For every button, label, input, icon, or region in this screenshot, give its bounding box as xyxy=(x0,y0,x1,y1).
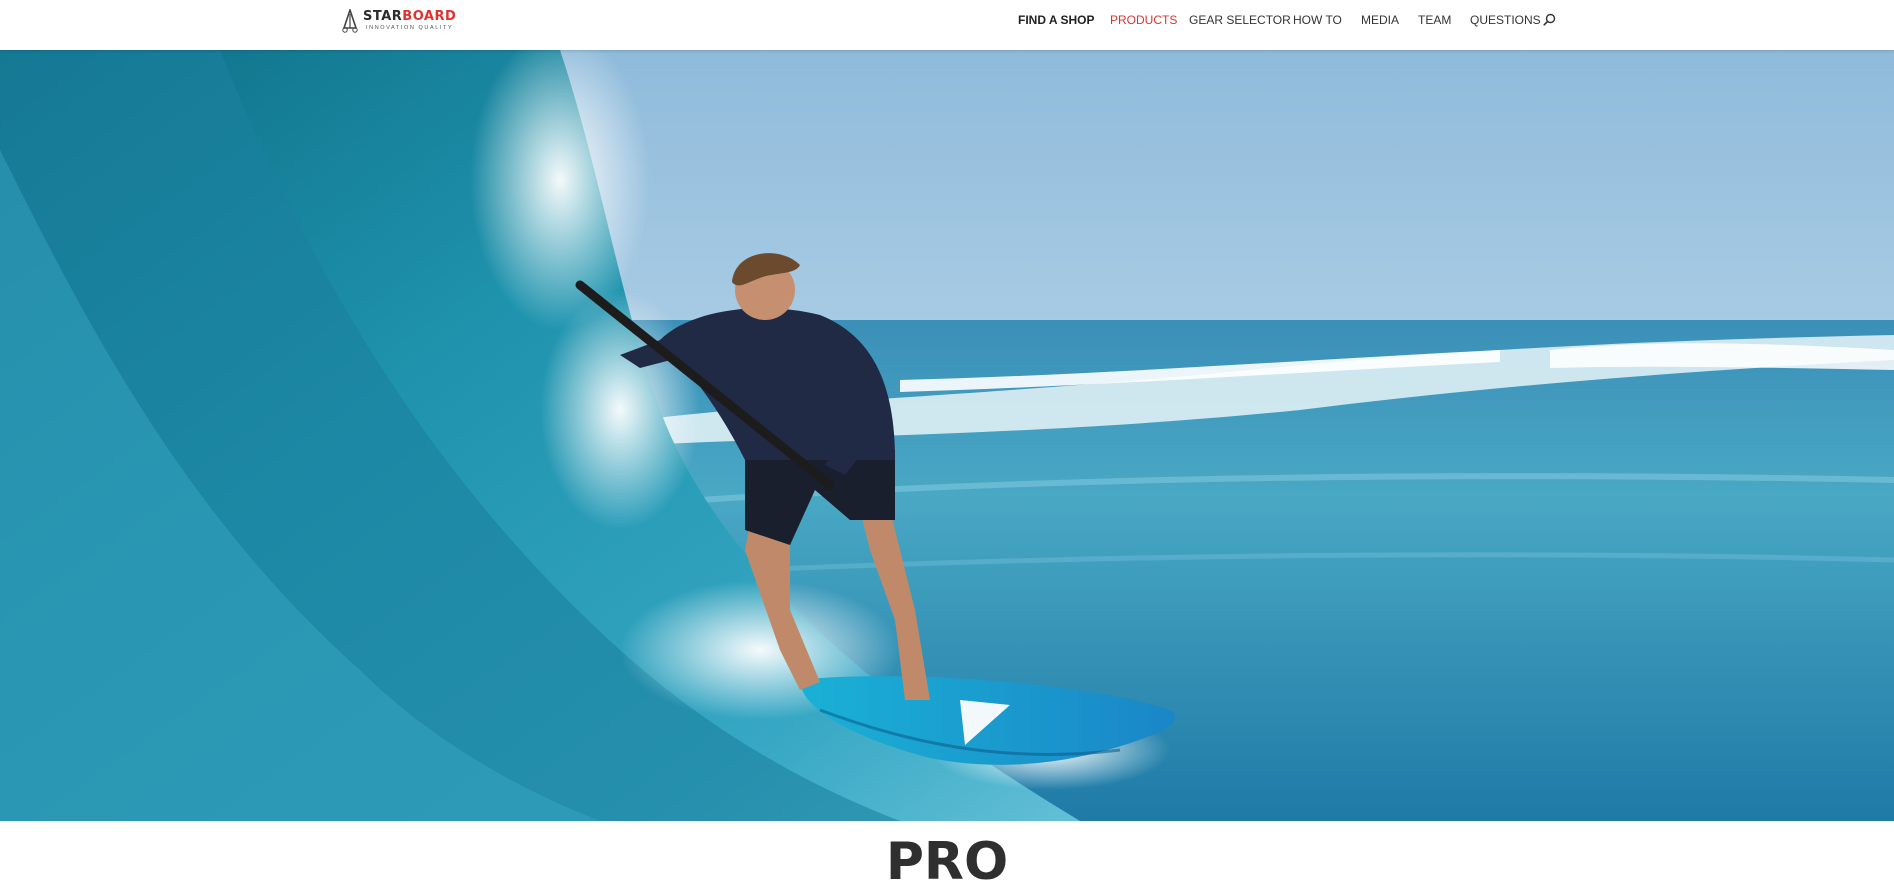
nav-how-to[interactable]: HOW TO xyxy=(1293,13,1342,27)
page-title: PRO xyxy=(885,832,1009,892)
nav-media[interactable]: MEDIA xyxy=(1361,13,1399,27)
nav-products[interactable]: PRODUCTS xyxy=(1110,13,1177,27)
search-icon[interactable] xyxy=(1543,13,1556,26)
site-header: STARBOARD INNOVATION QUALITY FIND A SHOP… xyxy=(0,0,1894,50)
nav-gear-selector[interactable]: GEAR SELECTOR xyxy=(1189,13,1291,27)
nav-team[interactable]: TEAM xyxy=(1418,13,1451,27)
nav-questions[interactable]: QUESTIONS xyxy=(1470,13,1541,27)
nav-find-a-shop[interactable]: FIND A SHOP xyxy=(1018,13,1094,27)
hero-banner xyxy=(0,50,1894,821)
surfer-photo xyxy=(0,50,1894,821)
main-nav: FIND A SHOP PRODUCTS GEAR SELECTOR HOW T… xyxy=(0,0,1894,40)
